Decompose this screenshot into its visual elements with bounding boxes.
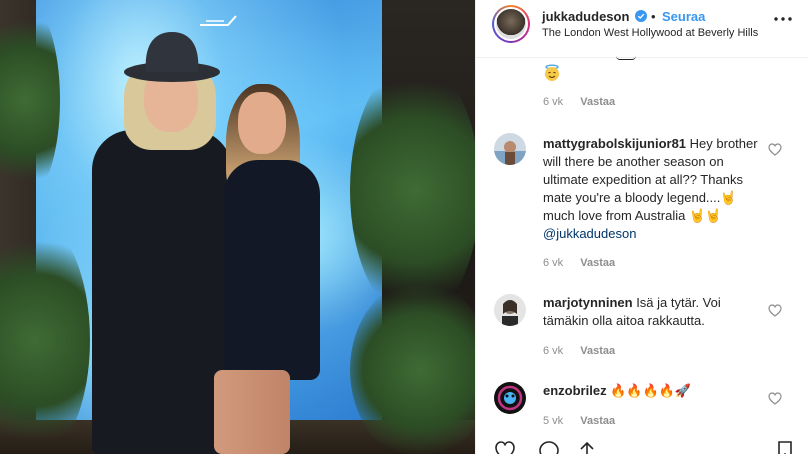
commenter-avatar[interactable] — [494, 294, 526, 326]
wall-logo-mark — [200, 15, 237, 26]
post-location[interactable]: The London West Hollywood at Beverly Hil… — [542, 27, 758, 39]
comment-meta: 6 vk Vastaa — [543, 96, 629, 108]
comment-username[interactable]: enzobrilez — [543, 383, 607, 398]
man-hat — [124, 32, 220, 82]
author-avatar[interactable] — [492, 5, 530, 43]
more-horizontal-icon[interactable] — [773, 12, 793, 26]
man-figure — [92, 130, 232, 454]
commenter-avatar[interactable] — [494, 133, 526, 165]
comment-item: mattygrabolskijunior81 Hey brother will … — [476, 133, 808, 273]
heart-outline-icon[interactable] — [494, 440, 516, 454]
comment-meta: 6 vk Vastaa — [543, 257, 629, 269]
heart-outline-icon[interactable] — [768, 304, 782, 317]
heart-outline-icon[interactable] — [768, 392, 782, 405]
heart-outline-icon[interactable] — [768, 143, 782, 156]
commenter-avatar-image — [494, 382, 526, 414]
comment-body: enzobrilez 🔥🔥🔥🔥🚀 — [543, 382, 768, 400]
comment-time: 6 vk — [543, 257, 564, 269]
comment-username[interactable]: marjotynninen — [543, 295, 633, 310]
comment-body: marjotynninen Isä ja tytär. Voi tämäkin … — [543, 294, 768, 330]
reply-button[interactable]: Vastaa — [580, 96, 615, 108]
comment-body: mattygrabolskijunior81 Hey brother will … — [543, 135, 768, 243]
comment-meta: 5 vk Vastaa — [543, 415, 629, 427]
commenter-avatar[interactable] — [494, 382, 526, 414]
commenter-avatar-image — [494, 133, 526, 165]
author-username[interactable]: jukkadudeson — [542, 9, 629, 24]
post-header: jukkadudeson • Seuraa The London West Ho… — [476, 0, 808, 58]
woman-face — [238, 92, 286, 154]
comment-username[interactable]: mattygrabolskijunior81 — [543, 136, 686, 151]
comment-item: enzobrilez 🔥🔥🔥🔥🚀 5 vk Vastaa — [476, 382, 808, 438]
comment-time: 6 vk — [543, 96, 564, 108]
reply-button[interactable]: Vastaa — [580, 415, 615, 427]
comment-icon[interactable] — [538, 440, 560, 454]
comment-text-fragment — [616, 56, 636, 60]
reply-button[interactable]: Vastaa — [580, 257, 615, 269]
woman-figure — [224, 160, 320, 380]
header-separator: • — [651, 9, 656, 24]
comment-item: 6 vk Vastaa — [476, 58, 808, 128]
post-actions-bar — [476, 438, 808, 454]
comment-mention[interactable]: @jukkadudeson — [543, 226, 636, 241]
comment-time: 6 vk — [543, 345, 564, 357]
bookmark-icon[interactable] — [774, 440, 796, 454]
post-sidebar: jukkadudeson • Seuraa The London West Ho… — [475, 0, 808, 454]
comment-item: marjotynninen Isä ja tytär. Voi tämäkin … — [476, 294, 808, 364]
comment-meta: 6 vk Vastaa — [543, 345, 629, 357]
verified-badge-icon — [635, 10, 647, 22]
post-photo[interactable] — [0, 0, 475, 454]
follow-button[interactable]: Seuraa — [662, 9, 705, 24]
woman-legs — [214, 370, 290, 454]
reply-button[interactable]: Vastaa — [580, 345, 615, 357]
author-avatar-image — [496, 9, 526, 39]
commenter-avatar-image — [494, 294, 526, 326]
comment-text: 🔥🔥🔥🔥🚀 — [606, 383, 692, 398]
smiling-face-with-halo-icon — [545, 64, 559, 81]
share-icon[interactable] — [576, 440, 598, 454]
comment-time: 5 vk — [543, 415, 564, 427]
